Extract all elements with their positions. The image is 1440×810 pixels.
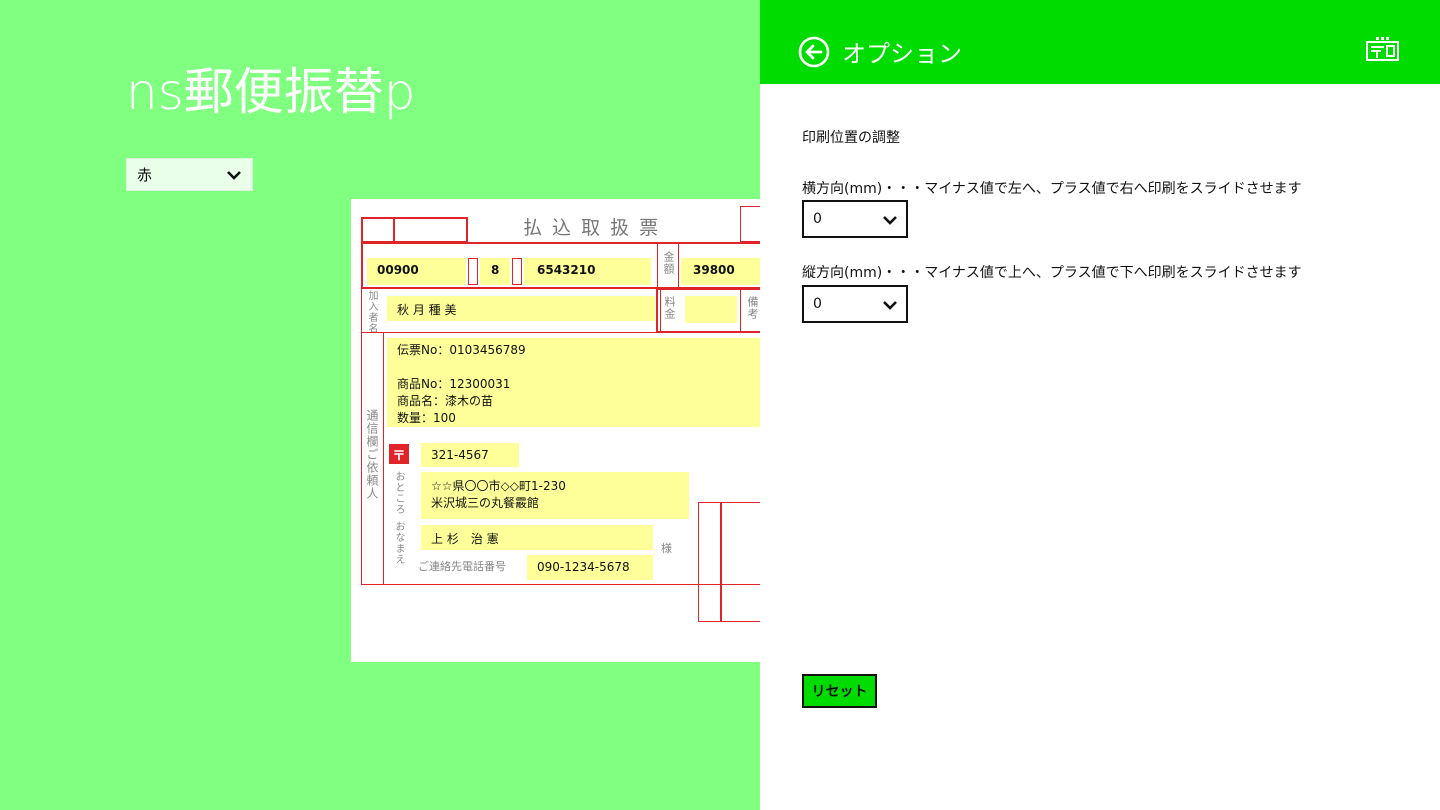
slip-fill <box>685 296 737 323</box>
slip-bottom-box-1 <box>698 502 722 622</box>
payee: 秋 月 種 美 <box>397 303 457 317</box>
memo-line: 商品名：漆木の苗 <box>397 394 494 408</box>
sender-name: 上 杉 治 憲 <box>431 532 499 546</box>
chevron-down-icon <box>883 216 897 225</box>
vertical-offset-label: 縦方向(mm)・・・マイナス値で上へ、プラス値で下へ印刷をスライドさせます <box>802 265 1302 281</box>
section-title: 印刷位置の調整 <box>802 130 900 146</box>
horizontal-offset-value: 0 <box>813 211 822 227</box>
options-title: オプション <box>842 40 962 68</box>
options-header: オプション <box>760 0 1440 84</box>
address-text: ☆☆県〇〇市◇◇町1-230 米沢城三の丸餐霰館 <box>431 477 566 511</box>
app-logo-icon <box>1366 37 1399 61</box>
slip-divider <box>512 258 522 285</box>
color-select-value: 赤 <box>137 166 153 184</box>
slip-top-box-2 <box>393 217 468 243</box>
phone: 090-1234-5678 <box>537 560 630 574</box>
name-label: おなまえ <box>393 521 404 565</box>
payee-label: 加入者名 <box>366 290 377 334</box>
slip-divider <box>468 258 478 285</box>
slip-top-right-box <box>740 206 760 242</box>
memo-line: 商品No：12300031 <box>397 377 511 391</box>
payment-slip-preview: 払 込 取 扱 票 00900 8 6543210 金額 39800 加入者名 … <box>351 199 760 662</box>
slip-top-box-1 <box>361 217 395 243</box>
slip-bottom-box-2 <box>720 502 760 622</box>
memo-line: 伝票No：0103456789 <box>397 343 526 357</box>
chevron-down-icon <box>227 171 241 180</box>
memo-label: 通信欄ご依頼人 <box>365 409 379 500</box>
chevron-down-icon <box>883 301 897 310</box>
horizontal-offset-label: 横方向(mm)・・・マイナス値で左へ、プラス値で右へ印刷をスライドさせます <box>802 181 1302 197</box>
options-pane: オプション 印刷位置の調整 横方向(mm)・・・マイナス値で左へ、プラス値で右へ… <box>760 0 1440 810</box>
horizontal-offset-select[interactable]: 0 <box>802 200 908 238</box>
address-line: ☆☆県〇〇市◇◇町1-230 <box>431 479 566 493</box>
postal-mark-icon: 〒 <box>389 444 409 464</box>
vertical-offset-value: 0 <box>813 296 822 312</box>
postal-mark-glyph: 〒 <box>392 448 406 464</box>
postal-code: 321-4567 <box>431 448 489 462</box>
app-title: ns郵便振替p <box>126 63 416 121</box>
slip-title: 払 込 取 扱 票 <box>523 217 661 239</box>
phone-label: ご連絡先電話番号 <box>418 560 506 573</box>
check-digit: 8 <box>491 263 500 277</box>
fee-label: 料金 <box>663 296 676 320</box>
remarks-label: 備考 <box>746 296 759 320</box>
memo-line: 数量：100 <box>397 411 456 425</box>
vertical-offset-select[interactable]: 0 <box>802 285 908 323</box>
account-no-1: 00900 <box>377 263 419 277</box>
account-no-2: 6543210 <box>537 263 596 277</box>
amount-label: 金額 <box>662 251 675 275</box>
back-arrow-icon[interactable] <box>798 36 830 68</box>
address-label: おところ <box>393 471 404 515</box>
honorific: 様 <box>661 542 672 555</box>
reset-button[interactable]: リセット <box>802 674 877 708</box>
memo-line <box>397 358 526 375</box>
memo-text: 伝票No：0103456789 商品No：12300031 商品名：漆木の苗 数… <box>397 341 526 426</box>
color-select[interactable]: 赤 <box>126 158 253 191</box>
amount: 39800 <box>693 263 735 277</box>
address-line: 米沢城三の丸餐霰館 <box>431 496 540 510</box>
